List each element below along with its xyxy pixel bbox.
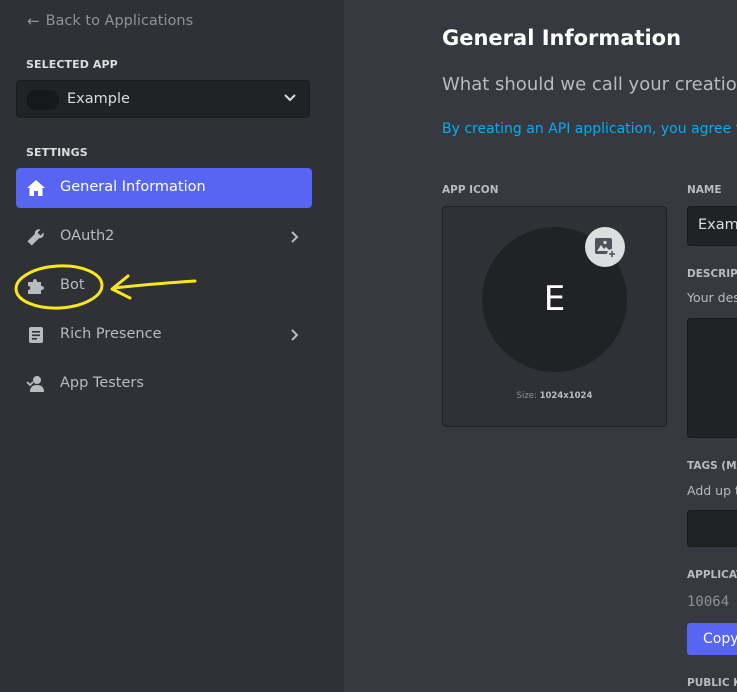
upload-image-button[interactable] (585, 227, 625, 267)
wrench-icon (27, 229, 44, 246)
arrow-left-icon: ← (27, 12, 40, 30)
sidebar-item-general-information[interactable]: General Information (16, 168, 312, 208)
settings-heading: SETTINGS (26, 146, 88, 159)
add-image-icon (595, 238, 617, 259)
back-to-applications-link[interactable]: ← Back to Applications (27, 12, 193, 30)
terms-link[interactable]: By creating an API application, you agre… (442, 121, 737, 137)
public-key-label: PUBLIC KE (687, 677, 737, 689)
name-input-value: Examp (698, 217, 737, 233)
description-textarea[interactable] (687, 318, 737, 438)
sidebar-item-label: Rich Presence (60, 326, 162, 342)
sidebar-item-oauth2[interactable]: OAuth2 (16, 217, 312, 257)
name-input[interactable]: Examp (687, 206, 737, 246)
document-icon (29, 327, 43, 343)
app-avatar (27, 90, 59, 110)
chevron-down-icon (284, 94, 296, 102)
sidebar: ← Back to Applications SELECTED APP Exam… (0, 0, 344, 692)
tags-input[interactable] (687, 510, 737, 547)
application-id-label: APPLICAT (687, 569, 737, 581)
tags-helper: Add up t (687, 483, 737, 498)
page-title: General Information (442, 26, 682, 50)
sidebar-item-label: Bot (60, 277, 85, 293)
size-prefix: Size: (516, 391, 540, 401)
sidebar-item-label: App Testers (60, 375, 144, 391)
copy-button-label: Copy (703, 631, 737, 647)
chevron-right-icon (291, 231, 299, 243)
home-icon (27, 180, 45, 196)
description-helper: Your des (687, 290, 737, 305)
puzzle-icon (28, 279, 44, 294)
app-icon-label: APP ICON (442, 184, 499, 196)
back-label: Back to Applications (45, 13, 194, 29)
sidebar-item-app-testers[interactable]: App Testers (16, 364, 312, 404)
application-id-value: 10064 (687, 594, 730, 610)
tags-label: TAGS (MA (687, 460, 737, 472)
selected-app-name: Example (67, 91, 130, 107)
size-value: 1024x1024 (539, 391, 593, 401)
page-subtitle: What should we call your creation? (442, 74, 737, 95)
sidebar-item-label: OAuth2 (60, 228, 115, 244)
app-selector-dropdown[interactable]: Example (16, 80, 310, 118)
copy-button[interactable]: Copy (687, 623, 737, 655)
size-note: Size: 1024x1024 (443, 391, 666, 401)
selected-app-heading: SELECTED APP (26, 58, 118, 71)
sidebar-item-rich-presence[interactable]: Rich Presence (16, 315, 312, 355)
app-icon-uploader[interactable]: E Size: 1024x1024 (442, 206, 667, 427)
description-label: DESCRIPT (687, 268, 737, 280)
sidebar-item-label: General Information (60, 179, 206, 195)
chevron-right-icon (291, 329, 299, 341)
sidebar-item-bot[interactable]: Bot (16, 266, 312, 306)
person-icon (26, 376, 44, 392)
name-label: NAME (687, 184, 722, 196)
